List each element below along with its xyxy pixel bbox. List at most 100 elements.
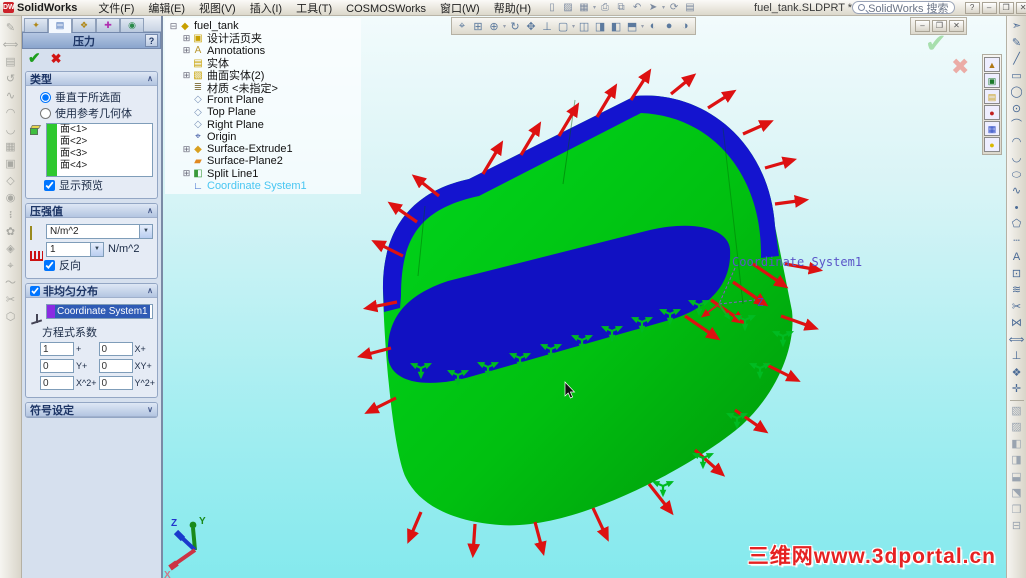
use-reference-radio-input[interactable] [40,107,51,119]
rotate-view-icon[interactable]: ↻ [507,20,523,33]
tab-featuremanager[interactable]: ✦ [24,18,48,32]
normal-to-icon[interactable]: ⊥ [539,20,555,33]
cosmos-material-icon[interactable]: ▣ [984,73,1000,88]
dimension-icon[interactable]: ⟺ [1009,332,1025,349]
cancel-button[interactable]: ✖ [51,51,62,67]
undo-icon[interactable]: ↶ [629,2,645,13]
tree-item[interactable]: ⊞ ◧ Split Line1 [169,168,357,180]
section-view-icon[interactable]: ◐ [645,20,661,32]
dropdown-arrow-icon[interactable]: ▼ [139,225,152,238]
select-icon[interactable]: ➤ [645,2,661,13]
loft-icon[interactable]: ◠ [3,105,19,122]
search-input[interactable]: SolidWorks 搜索 [852,1,955,15]
doc-window-control-✕[interactable]: ✕ [949,20,964,32]
ok-button[interactable]: ✔ [28,51,41,67]
reference-geometry-icon[interactable]: ⌖ [3,258,19,275]
coordinate-system-field[interactable]: Coordinate System1 [46,304,153,319]
sketch-icon[interactable]: ✎ [3,20,19,37]
annotation-icon[interactable]: ◨ [1009,452,1025,469]
dropdown-caret-icon[interactable]: ▾ [503,23,506,30]
tree-expander-icon[interactable]: ⊟ [169,21,178,31]
cosmos-mesh-icon[interactable]: ▦ [984,121,1000,136]
3point-arc-icon[interactable]: ◡ [1009,150,1025,167]
centerpoint-arc-icon[interactable]: ⌒ [1009,117,1025,134]
mold-tools-icon[interactable]: ❒ [1009,502,1025,519]
selected-faces-list[interactable]: 面<1> 面<2> 面<3> 面<4> [46,123,153,177]
camera-icon[interactable]: ◑ [677,20,693,32]
features-palette-icon[interactable]: ▧ [1009,403,1025,420]
sweep-icon[interactable]: ∿ [3,88,19,105]
tree-item[interactable]: ⊞ ▣ 设计活页夹 [169,32,357,46]
hidden-lines-visible-icon[interactable]: ◫ [576,20,592,33]
sketch-pencil-icon[interactable]: ✎ [1009,35,1025,52]
face-list-item[interactable]: 面<1> [60,124,152,136]
face-list-item[interactable]: 面<2> [60,136,152,148]
menu-帮助(H)[interactable]: 帮助(H) [487,2,538,16]
reverse-direction-checkbox-input[interactable] [44,259,55,271]
tree-item[interactable]: ◇ Right Plane [169,118,357,131]
window-control-–[interactable]: – [981,1,997,14]
menu-文件(F)[interactable]: 文件(F) [91,2,141,16]
tree-item[interactable]: ◇ Front Plane [169,94,357,106]
tree-expander-icon[interactable]: ⊞ [182,46,191,55]
tab-dimxpert[interactable]: ◉ [120,18,144,32]
zoom-area-icon[interactable]: ⊞ [470,20,486,33]
coefficient-input-X^2+[interactable] [40,376,74,390]
view-orientation-icon[interactable]: ◧ [1009,436,1025,453]
face-list-item[interactable]: 面<4> [60,160,152,172]
standard-views-icon[interactable]: ▨ [1009,419,1025,436]
normal-to-face-radio-input[interactable] [40,91,51,103]
menu-插入(I)[interactable]: 插入(I) [243,2,289,16]
mirror-entities-icon[interactable]: ⋈ [1009,315,1025,332]
dome-icon[interactable]: ⬡ [3,309,19,326]
symbol-settings-group-header[interactable]: 符号设定 ∨ [26,403,157,417]
tab-propertymanager[interactable]: ▤ [48,18,72,33]
circular-pattern-icon[interactable]: ✿ [3,224,19,241]
doc-window-control-❐[interactable]: ❐ [932,20,947,32]
pressure-value-group-header[interactable]: 压强值 ∧ [26,204,157,218]
surface-icon[interactable]: ⬓ [1009,469,1025,486]
print-icon[interactable]: ⎙ [597,2,613,13]
print-preview-icon[interactable]: ⧉ [613,2,629,13]
tree-expander-icon[interactable]: ⊞ [182,33,191,43]
window-control-✕[interactable]: ✕ [1015,1,1026,14]
repair-sketch-icon[interactable]: ✛ [1009,381,1025,398]
tree-item[interactable]: ⊞ A Annotations [169,45,357,57]
shell-icon[interactable]: ▣ [3,156,19,173]
wireframe-icon[interactable]: ▢ [555,20,571,33]
type-group-header[interactable]: 类型 ∧ [26,72,157,86]
rectangle-icon[interactable]: ▭ [1009,68,1025,85]
unit-combobox[interactable]: N/m^2 ▼ [46,224,153,239]
coefficient-input-Y^2+[interactable] [98,376,133,390]
dropdown-caret-icon[interactable]: ▾ [593,4,596,11]
realview-icon[interactable]: ● [661,20,677,32]
revolve-icon[interactable]: ↺ [3,71,19,88]
line-icon[interactable]: ╱ [1009,51,1025,68]
open-icon[interactable]: ▨ [560,2,576,13]
dropdown-arrow-icon[interactable]: ▼ [90,243,103,256]
dropdown-caret-icon[interactable]: ▾ [572,23,575,30]
display-relations-icon[interactable]: ❖ [1009,365,1025,382]
offset-entities-icon[interactable]: ≋ [1009,282,1025,299]
show-preview-checkbox[interactable]: 显示预览 [30,177,153,193]
rebuild-icon[interactable]: ⟳ [666,2,682,13]
graphics-viewport[interactable]: Z Z Y X ⌖ ⊞ ⊕ ▾ ↻ ✥ ⊥ ▢ ▾ ◫ ◨ ◧ ⬒ ▾ ◐ ● ◑ – ❐ ✕ ⊟ ◆ f [163,16,1006,578]
normal-to-face-radio[interactable]: 垂直于所选面 [30,89,153,105]
tree-item[interactable]: ≣ 材质 <未指定> [169,81,357,95]
text-icon[interactable]: A [1009,249,1025,266]
cosmos-restraint-icon[interactable]: ● [984,105,1000,120]
new-document-icon[interactable]: ▯ [544,2,560,13]
tree-item[interactable]: ◇ Top Plane [169,106,357,118]
point-icon[interactable]: • [1009,200,1025,217]
hole-wizard-icon[interactable]: ◉ [3,190,19,207]
tab-thirdparty[interactable]: ✚ [96,18,120,32]
rib-icon[interactable]: ▦ [3,139,19,156]
help-button[interactable]: ? [145,34,158,47]
reverse-direction-checkbox[interactable]: 反向 [30,257,153,273]
window-control-❐[interactable]: ❐ [998,1,1014,14]
cosmos-study-icon[interactable]: ▲ [984,57,1000,72]
doc-window-control-–[interactable]: – [915,20,930,32]
relations-icon[interactable]: ⊥ [1009,348,1025,365]
dropdown-caret-icon[interactable]: ▾ [662,4,665,11]
save-icon[interactable]: ▦ [576,2,592,13]
